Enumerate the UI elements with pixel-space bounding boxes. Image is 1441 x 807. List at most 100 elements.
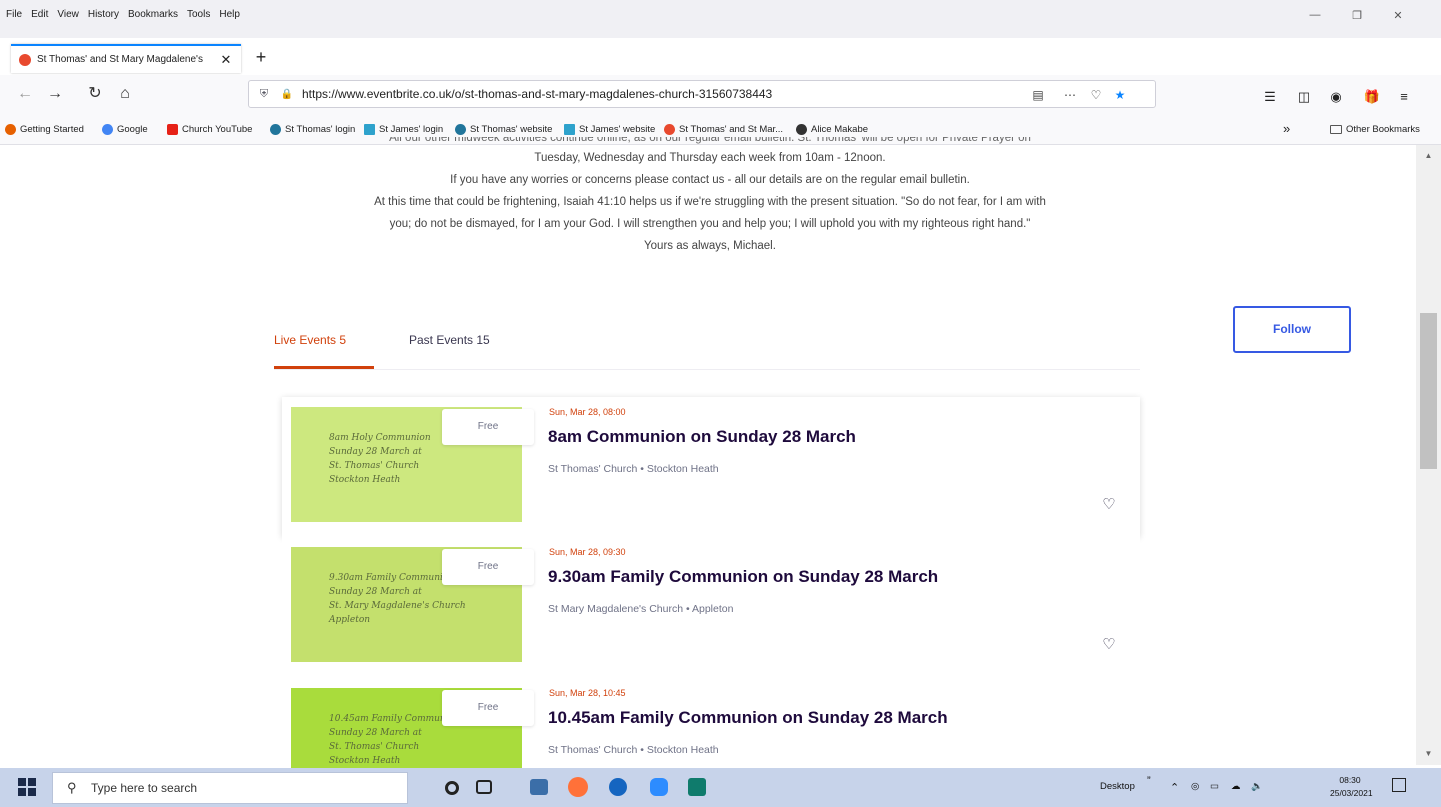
pocket-icon[interactable]: ♡ [1087,86,1105,104]
bookmarks-overflow-icon[interactable]: » [1283,121,1290,136]
bookmark-st-james-website[interactable]: St James' website [564,124,655,135]
firefox-taskbar-icon[interactable] [568,777,588,797]
restore-icon[interactable]: ❐ [1347,9,1367,25]
bookmark-alice-makabe[interactable]: Alice Makabe [796,124,868,135]
tray-chevron-icon[interactable]: ⌃ [1170,781,1179,794]
event-title[interactable]: 9.30am Family Communion on Sunday 28 Mar… [548,567,938,587]
event-image-text: 8am Holy Communion Sunday 28 March at St… [329,433,431,485]
screen: File Edit View History Bookmarks Tools H… [0,0,1441,807]
folder-icon [1330,125,1342,134]
home-icon[interactable]: ⌂ [114,83,136,105]
reload-icon[interactable]: ↻ [84,83,106,105]
network-icon[interactable]: ◎ [1191,781,1199,792]
event-card[interactable]: 9.30am Family Communion Sunday 28 March … [282,537,1140,677]
new-tab-icon[interactable]: + [251,45,271,69]
desktop-toolbar[interactable]: Desktop [1100,781,1135,792]
app-icon[interactable] [609,778,627,796]
eventbrite-icon [664,124,675,135]
menu-bookmarks[interactable]: Bookmarks [128,9,178,20]
taskbar-clock[interactable]: 08:30 25/03/2021 [1330,774,1373,800]
bookmark-label: Church YouTube [182,124,253,135]
tab-past-events[interactable]: Past Events 15 [409,333,490,347]
scrollbar-thumb[interactable] [1420,313,1437,469]
menu-history[interactable]: History [88,9,119,20]
bookmark-label: St Thomas' website [470,124,553,135]
other-bookmarks[interactable]: Other Bookmarks [1330,124,1420,135]
shield-icon[interactable]: ⛨ [256,88,272,101]
page-actions-icon[interactable]: ⋯ [1061,86,1079,104]
organizer-description: All our other midweek activities continu… [260,137,1160,257]
reader-view-icon[interactable]: ▤ [1029,86,1047,104]
eventbrite-favicon-icon [19,53,31,66]
lock-icon[interactable]: 🔒 [280,89,294,100]
bookmark-label: Getting Started [20,124,84,135]
account-icon[interactable]: ◉ [1326,88,1346,106]
follow-button[interactable]: Follow [1233,306,1351,353]
youtube-icon [167,124,178,135]
bookmark-st-james-login[interactable]: St James' login [364,124,443,135]
bookmark-st-thomas-login[interactable]: St Thomas' login [270,124,355,135]
battery-icon[interactable]: ▭ [1210,781,1219,792]
tab-live-events[interactable]: Live Events 5 [274,333,346,347]
page-scrollbar[interactable]: ▲ ▼ [1416,145,1441,765]
scroll-down-icon[interactable]: ▼ [1416,749,1441,758]
start-tile [18,788,26,796]
sidebar-icon[interactable]: ◫ [1294,88,1314,106]
bookmark-church-youtube[interactable]: Church YouTube [167,124,252,135]
event-title[interactable]: 8am Communion on Sunday 28 March [548,427,856,447]
bookmark-label: Google [117,124,148,135]
whats-new-gift-icon[interactable]: 🎁 [1362,88,1382,106]
bookmark-google[interactable]: Google [102,124,148,135]
bookmark-star-icon[interactable]: ★ [1111,86,1129,104]
url-text[interactable]: https://www.eventbrite.co.uk/o/st-thomas… [302,87,772,101]
google-icon [102,124,113,135]
library-icon[interactable]: ☰ [1260,88,1280,106]
scroll-up-icon[interactable]: ▲ [1416,151,1441,160]
volume-icon[interactable]: 🔈 [1251,781,1263,792]
menu-edit[interactable]: Edit [31,9,48,20]
hamburger-menu-icon[interactable]: ≡ [1394,88,1414,106]
notifications-icon[interactable] [1392,778,1406,792]
event-title[interactable]: 10.45am Family Communion on Sunday 28 Ma… [548,708,948,728]
url-bar[interactable]: ⛨ 🔒 https://www.eventbrite.co.uk/o/st-th… [248,80,1156,108]
save-heart-icon[interactable]: ♡ [1100,636,1118,654]
cortana-icon[interactable] [445,781,459,795]
description-line: If you have any worries or concerns plea… [450,174,970,186]
tab-close-icon[interactable]: ✕ [219,52,233,68]
task-view-icon[interactable] [476,780,492,794]
event-image-text: 10.45am Family Communion Sunday 28 March… [329,714,460,766]
menu-file[interactable]: File [6,9,22,20]
bookmark-st-thomas-and-st-mary[interactable]: St Thomas' and St Mar... [664,124,783,135]
publisher-icon[interactable] [688,778,706,796]
events-tabs: Live Events 5 Past Events 15 [274,320,1140,370]
onedrive-cloud-icon[interactable]: ☁ [1231,781,1241,792]
event-date: Sun, Mar 28, 08:00 [549,407,626,417]
bookmark-label: St James' login [379,124,444,135]
back-icon[interactable]: ← [14,83,36,105]
menu-help[interactable]: Help [219,9,240,20]
toolbar-overflow-icon[interactable]: ” [1147,775,1151,787]
bookmark-label: St James' website [579,124,656,135]
menu-tools[interactable]: Tools [187,9,210,20]
save-heart-icon[interactable]: ♡ [1100,496,1118,514]
event-card[interactable]: 8am Holy Communion Sunday 28 March at St… [282,397,1140,537]
menu-view[interactable]: View [57,9,79,20]
search-placeholder: Type here to search [91,781,198,795]
windows-start-icon[interactable] [18,778,38,798]
bookmark-label: St Thomas' and St Mar... [679,124,784,135]
tab-title: St Thomas' and St Mary Magdalene's [37,54,203,65]
forward-icon[interactable]: → [44,83,66,105]
bookmark-getting-started[interactable]: Getting Started [5,124,84,135]
taskbar-search[interactable]: ⚲ Type here to search [52,772,408,804]
description-line: At this time that could be frightening, … [374,196,1046,208]
event-date: Sun, Mar 28, 09:30 [549,547,626,557]
browser-tab[interactable]: St Thomas' and St Mary Magdalene's ✕ [11,44,241,73]
search-icon: ⚲ [67,780,77,795]
price-badge: Free [442,549,534,585]
bookmark-st-thomas-website[interactable]: St Thomas' website [455,124,552,135]
menu-items: File Edit View History Bookmarks Tools H… [6,9,240,20]
close-window-icon[interactable]: ✕ [1388,9,1408,25]
minimize-icon[interactable]: — [1305,9,1325,25]
file-explorer-icon[interactable] [530,779,548,795]
zoom-icon[interactable] [650,778,668,796]
